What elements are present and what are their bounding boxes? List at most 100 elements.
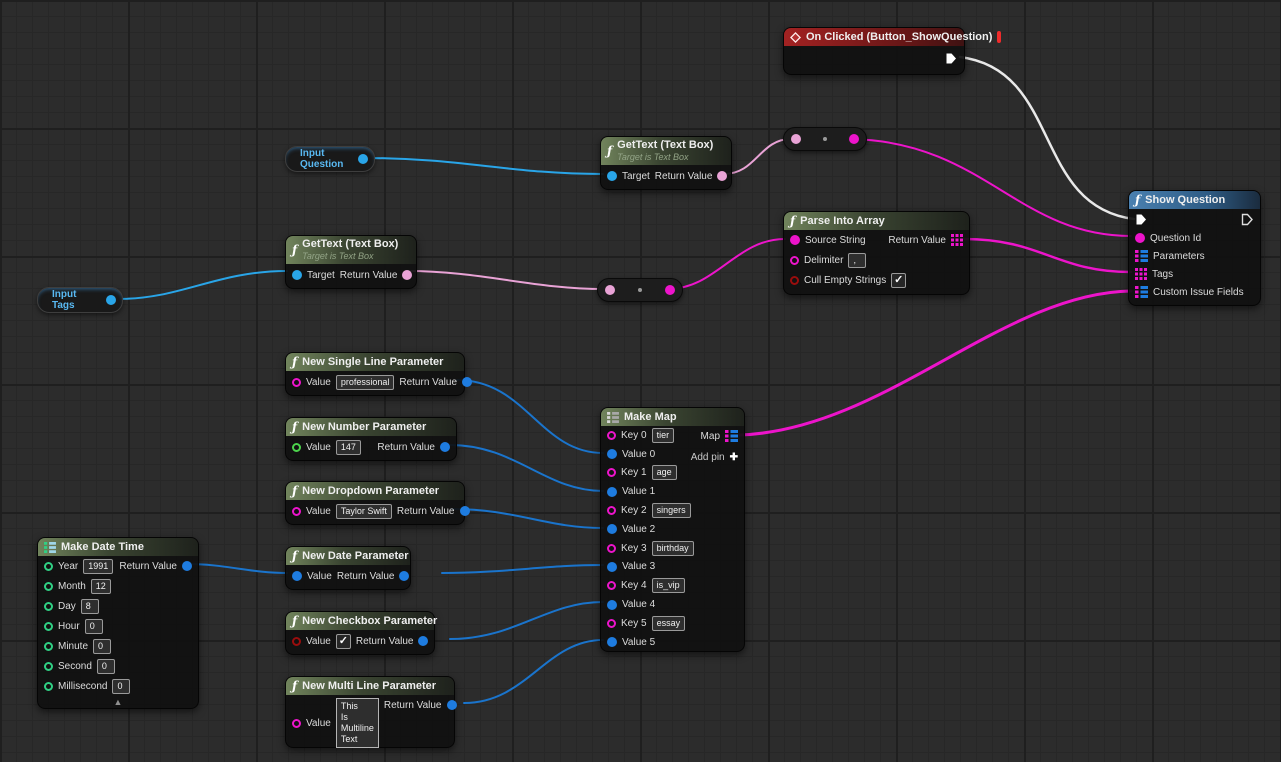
node-input-tags[interactable]: Input Tags	[37, 287, 123, 313]
reroute-node-question[interactable]	[783, 127, 867, 151]
wire-array-to-tags[interactable]	[964, 239, 1131, 272]
key-2-pin[interactable]	[607, 506, 616, 515]
node-new-number-parameter[interactable]: ƒ New Number Parameter Value 147 Return …	[285, 417, 457, 461]
wire-date-to-value3[interactable]	[442, 565, 603, 573]
millisecond-pin[interactable]	[44, 682, 53, 691]
return-value-pin[interactable]	[418, 636, 428, 646]
value-multiline-field[interactable]: This Is Multiline Text	[336, 698, 379, 748]
value-5-pin[interactable]	[607, 637, 617, 647]
wire-map-to-customfields[interactable]	[740, 291, 1131, 435]
hour-field[interactable]: 0	[85, 619, 103, 634]
key-1-field[interactable]: age	[652, 465, 677, 480]
millisecond-field[interactable]: 0	[112, 679, 130, 694]
wire-datetime-to-date[interactable]	[187, 564, 287, 573]
node-on-clicked[interactable]: On Clicked (Button_ShowQuestion)	[783, 27, 965, 75]
wire-gettext2-to-reroute[interactable]	[407, 271, 604, 289]
value-1-pin[interactable]	[607, 487, 617, 497]
value-checkbox[interactable]: ✓	[336, 634, 351, 649]
return-value-pin[interactable]	[717, 171, 727, 181]
wire-gettext-to-reroute[interactable]	[724, 139, 791, 174]
key-0-pin[interactable]	[607, 431, 616, 440]
node-new-single-line-parameter[interactable]: ƒ New Single Line Parameter Value profes…	[285, 352, 465, 396]
cull-empty-strings-pin[interactable]	[790, 276, 799, 285]
value-field[interactable]: professional	[336, 375, 395, 390]
wire-singleline-to-value0[interactable]	[457, 380, 603, 453]
node-new-multi-line-parameter[interactable]: ƒ New Multi Line Parameter Value This Is…	[285, 676, 455, 748]
reroute-out-pin[interactable]	[665, 285, 675, 295]
wire-reroute-to-source[interactable]	[668, 239, 785, 289]
return-value-pin[interactable]	[447, 700, 457, 710]
tags-array-pin[interactable]	[1135, 268, 1147, 280]
return-value-pin[interactable]	[182, 561, 192, 571]
return-value-pin[interactable]	[460, 506, 470, 516]
wire-exec[interactable]	[960, 57, 1134, 219]
value-2-pin[interactable]	[607, 524, 617, 534]
value-pin[interactable]	[292, 378, 301, 387]
delimiter-field[interactable]: ,	[848, 253, 866, 268]
year-field[interactable]: 1991	[83, 559, 113, 574]
value-field[interactable]: Taylor Swift	[336, 504, 392, 519]
wire-input-question[interactable]	[364, 158, 603, 174]
source-string-pin[interactable]	[790, 235, 800, 245]
node-parse-into-array[interactable]: ƒ Parse Into Array Source String Return …	[783, 211, 970, 295]
value-4-pin[interactable]	[607, 600, 617, 610]
wire-dropdown-to-value2[interactable]	[452, 509, 603, 528]
reroute-in-pin[interactable]	[791, 134, 801, 144]
key-4-field[interactable]: is_vip	[652, 578, 685, 593]
blueprint-graph-canvas[interactable]: On Clicked (Button_ShowQuestion) Input Q…	[0, 0, 1281, 762]
reroute-out-pin[interactable]	[849, 134, 859, 144]
key-0-field[interactable]: tier	[652, 428, 675, 443]
node-new-date-parameter[interactable]: ƒ New Date Parameter Value Return Value	[285, 546, 411, 590]
key-3-pin[interactable]	[607, 544, 616, 553]
key-5-pin[interactable]	[607, 619, 616, 628]
node-show-question[interactable]: ƒ Show Question Question Id Parameters T…	[1128, 190, 1261, 306]
reroute-in-pin[interactable]	[605, 285, 615, 295]
month-pin[interactable]	[44, 582, 53, 591]
key-2-field[interactable]: singers	[652, 503, 691, 518]
day-pin[interactable]	[44, 602, 53, 611]
node-gettext-tags[interactable]: ƒ GetText (Text Box) Target is Text Box …	[285, 235, 417, 289]
wire-checkbox-to-value4[interactable]	[450, 602, 603, 639]
value-field[interactable]: 147	[336, 440, 361, 455]
exec-in-pin[interactable]	[1135, 213, 1148, 226]
target-pin[interactable]	[292, 270, 302, 280]
wire-multiline-to-value5[interactable]	[464, 640, 603, 703]
value-pin[interactable]	[292, 571, 302, 581]
hour-pin[interactable]	[44, 622, 53, 631]
node-make-map[interactable]: Make Map Map Add pin ✚ Key 0 tier Value …	[600, 407, 745, 652]
wire-number-to-value1[interactable]	[450, 445, 603, 491]
collapse-arrow[interactable]: ▲	[38, 696, 198, 708]
question-id-pin[interactable]	[1135, 233, 1145, 243]
month-field[interactable]: 12	[91, 579, 111, 594]
key-4-pin[interactable]	[607, 581, 616, 590]
key-3-field[interactable]: birthday	[652, 541, 694, 556]
value-pin[interactable]	[292, 719, 301, 728]
value-0-pin[interactable]	[607, 449, 617, 459]
target-pin[interactable]	[607, 171, 617, 181]
cull-empty-strings-checkbox[interactable]: ✓	[891, 273, 906, 288]
return-value-pin[interactable]	[402, 270, 412, 280]
delegate-pin[interactable]	[997, 31, 1001, 43]
wire-input-tags[interactable]	[118, 271, 287, 299]
return-value-pin[interactable]	[440, 442, 450, 452]
minute-pin[interactable]	[44, 642, 53, 651]
node-new-checkbox-parameter[interactable]: ƒ New Checkbox Parameter Value ✓ Return …	[285, 611, 435, 655]
value-out-pin[interactable]	[106, 295, 116, 305]
parameters-map-pin[interactable]	[1135, 250, 1148, 262]
node-gettext-question[interactable]: ƒ GetText (Text Box) Target is Text Box …	[600, 136, 732, 190]
second-field[interactable]: 0	[97, 659, 115, 674]
node-make-date-time[interactable]: Make Date Time Year 1991 Return Value Mo…	[37, 537, 199, 709]
return-array-pin[interactable]	[951, 234, 963, 246]
exec-out-pin[interactable]	[945, 52, 958, 65]
minute-field[interactable]: 0	[93, 639, 111, 654]
value-pin[interactable]	[292, 507, 301, 516]
delimiter-pin[interactable]	[790, 256, 799, 265]
value-3-pin[interactable]	[607, 562, 617, 572]
key-1-pin[interactable]	[607, 468, 616, 477]
key-5-field[interactable]: essay	[652, 616, 686, 631]
year-pin[interactable]	[44, 562, 53, 571]
value-out-pin[interactable]	[358, 154, 368, 164]
reroute-node-tags[interactable]	[597, 278, 683, 302]
exec-out-pin[interactable]	[1241, 213, 1254, 226]
custom-issue-fields-map-pin[interactable]	[1135, 286, 1148, 298]
